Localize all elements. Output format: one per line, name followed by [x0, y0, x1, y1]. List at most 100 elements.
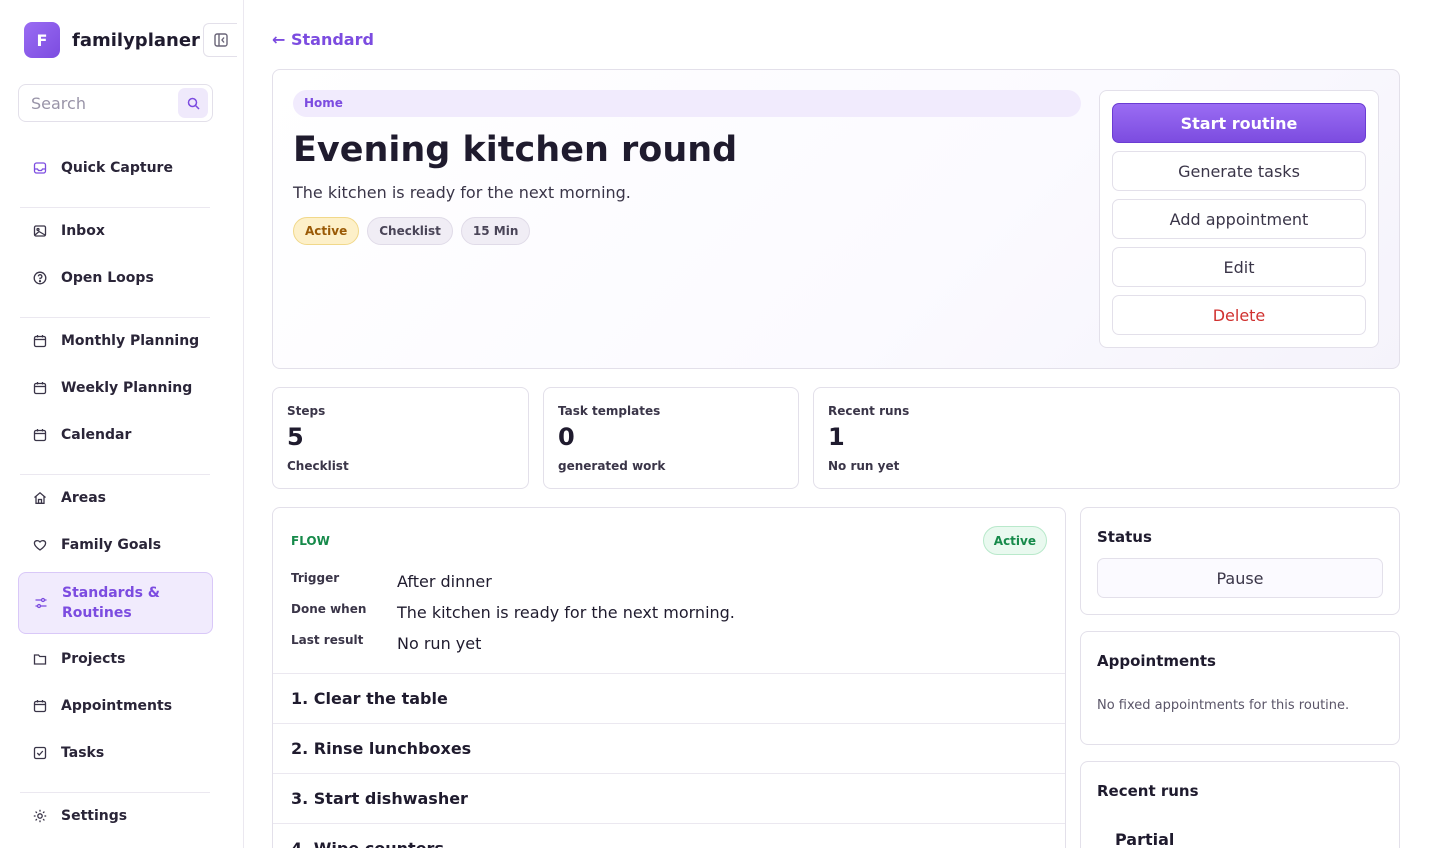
- stat-label: Task templates: [558, 404, 661, 418]
- generate-tasks-button[interactable]: Generate tasks: [1112, 151, 1366, 191]
- check-square-icon: [32, 745, 48, 761]
- sidebar-item-projects[interactable]: Projects: [18, 639, 213, 679]
- sidebar-item-inbox[interactable]: Inbox: [18, 211, 213, 251]
- sidebar-item-standards-routines[interactable]: Standards & Routines: [18, 572, 213, 634]
- brand-name: familyplaner: [72, 29, 200, 51]
- sidebar-item-weekly-planning[interactable]: Weekly Planning: [18, 368, 213, 408]
- sidebar-item-label: Appointments: [61, 698, 173, 714]
- sidebar-item-calendar[interactable]: Calendar: [18, 415, 213, 455]
- stat-card-task-templates: Task templates 0 generated work: [543, 387, 799, 489]
- sidebar-item-label: Tasks: [61, 745, 105, 761]
- sidebar-item-family-goals[interactable]: Family Goals: [18, 525, 213, 565]
- breadcrumb[interactable]: Home: [293, 90, 1081, 117]
- flow-heading: FLOW: [291, 534, 330, 548]
- step-item[interactable]: 2. Rinse lunchboxes: [273, 723, 1065, 773]
- step-item[interactable]: 4. Wipe counters: [273, 823, 1065, 848]
- status-chips: Active Checklist 15 Min: [293, 217, 531, 245]
- nav-divider: [20, 207, 210, 208]
- trigger-value: After dinner: [397, 572, 492, 591]
- heart-icon: [32, 537, 48, 553]
- last-result-value: No run yet: [397, 634, 482, 653]
- brand-logo: F: [24, 22, 60, 58]
- sidebar-item-label: Areas: [61, 490, 107, 506]
- sidebar-item-open-loops[interactable]: Open Loops: [18, 258, 213, 298]
- sidebar-item-quick-capture[interactable]: Quick Capture: [18, 148, 213, 188]
- help-circle-icon: [32, 270, 48, 286]
- add-appointment-button[interactable]: Add appointment: [1112, 199, 1366, 239]
- sidebar-item-label: Monthly Planning: [61, 333, 200, 349]
- gear-icon: [32, 808, 48, 824]
- status-card: Status Pause: [1080, 507, 1400, 615]
- sidebar-item-areas[interactable]: Areas: [18, 478, 213, 518]
- calendar-icon: [32, 380, 48, 396]
- calendar-icon: [32, 698, 48, 714]
- sidebar-item-appointments[interactable]: Appointments: [18, 686, 213, 726]
- recent-runs-card: Recent runs Partial: [1080, 761, 1400, 848]
- image-icon: [32, 223, 48, 239]
- page-title: Evening kitchen round: [293, 130, 738, 170]
- routine-header-card: Home Evening kitchen round The kitchen i…: [272, 69, 1400, 369]
- sidebar-item-label: Standards & Routines: [62, 585, 160, 621]
- search-button[interactable]: [178, 88, 208, 118]
- flow-status-badge: Active: [982, 526, 1047, 555]
- stat-value: 0: [558, 423, 575, 451]
- home-icon: [32, 490, 48, 506]
- search-icon: [187, 97, 200, 110]
- nav-divider: [20, 317, 210, 318]
- search-input[interactable]: [31, 93, 171, 113]
- recent-runs-card-title: Recent runs: [1097, 782, 1199, 800]
- stat-card-steps: Steps 5 Checklist: [272, 387, 529, 489]
- edit-button[interactable]: Edit: [1112, 247, 1366, 287]
- status-card-title: Status: [1097, 528, 1152, 546]
- appointments-empty-text: No fixed appointments for this routine.: [1097, 698, 1350, 713]
- trigger-label: Trigger: [291, 571, 340, 585]
- pause-button[interactable]: Pause: [1097, 558, 1383, 598]
- action-panel: Start routine Generate tasks Add appoint…: [1099, 90, 1379, 348]
- search-box: [18, 84, 213, 122]
- duration-badge: 15 Min: [460, 217, 531, 245]
- sidebar-item-label: Inbox: [61, 223, 105, 239]
- stat-sub: No run yet: [828, 459, 900, 473]
- calendar-icon: [32, 333, 48, 349]
- sidebar-item-tasks[interactable]: Tasks: [18, 733, 213, 773]
- inbox-icon: [32, 160, 48, 176]
- sidebar-item-label: Quick Capture: [61, 160, 173, 176]
- collapse-sidebar-button[interactable]: [203, 23, 237, 57]
- sidebar-item-monthly-planning[interactable]: Monthly Planning: [18, 321, 213, 361]
- sidebar-item-label: Family Goals: [61, 537, 162, 553]
- sidebar-item-label: Weekly Planning: [61, 380, 193, 396]
- folder-icon: [32, 651, 48, 667]
- stat-sub: generated work: [558, 459, 666, 473]
- sidebar-item-label: Open Loops: [61, 270, 154, 286]
- stat-sub: Checklist: [287, 459, 349, 473]
- flow-card: FLOW Active Trigger After dinner Done wh…: [272, 507, 1066, 848]
- calendar-icon: [32, 427, 48, 443]
- stat-card-recent-runs: Recent runs 1 No run yet: [813, 387, 1400, 489]
- sliders-icon: [33, 595, 49, 611]
- sidebar-collapse-icon: [213, 33, 228, 47]
- sidebar-item-settings[interactable]: Settings: [18, 796, 213, 836]
- sidebar-item-label: Settings: [61, 808, 128, 824]
- stat-label: Steps: [287, 404, 326, 418]
- brand[interactable]: F familyplaner: [24, 22, 200, 58]
- appointments-card-title: Appointments: [1097, 652, 1216, 670]
- stat-value: 1: [828, 423, 845, 451]
- stat-value: 5: [287, 423, 304, 451]
- sidebar: F familyplaner Quick Capture Inbox: [0, 0, 244, 848]
- sidebar-item-label: Calendar: [61, 427, 132, 443]
- step-item[interactable]: 1. Clear the table: [273, 673, 1065, 723]
- start-routine-button[interactable]: Start routine: [1112, 103, 1366, 143]
- appointments-card: Appointments No fixed appointments for t…: [1080, 631, 1400, 745]
- back-link[interactable]: ← Standard: [272, 30, 374, 49]
- stat-label: Recent runs: [828, 404, 910, 418]
- type-badge: Checklist: [367, 217, 453, 245]
- done-when-value: The kitchen is ready for the next mornin…: [397, 603, 735, 622]
- status-badge: Active: [293, 217, 360, 245]
- routine-description: The kitchen is ready for the next mornin…: [293, 183, 631, 202]
- delete-button[interactable]: Delete: [1112, 295, 1366, 335]
- sidebar-item-label: Projects: [61, 651, 126, 667]
- step-item[interactable]: 3. Start dishwasher: [273, 773, 1065, 823]
- last-result-label: Last result: [291, 633, 364, 647]
- run-item[interactable]: Partial: [1115, 830, 1174, 848]
- done-when-label: Done when: [291, 602, 367, 616]
